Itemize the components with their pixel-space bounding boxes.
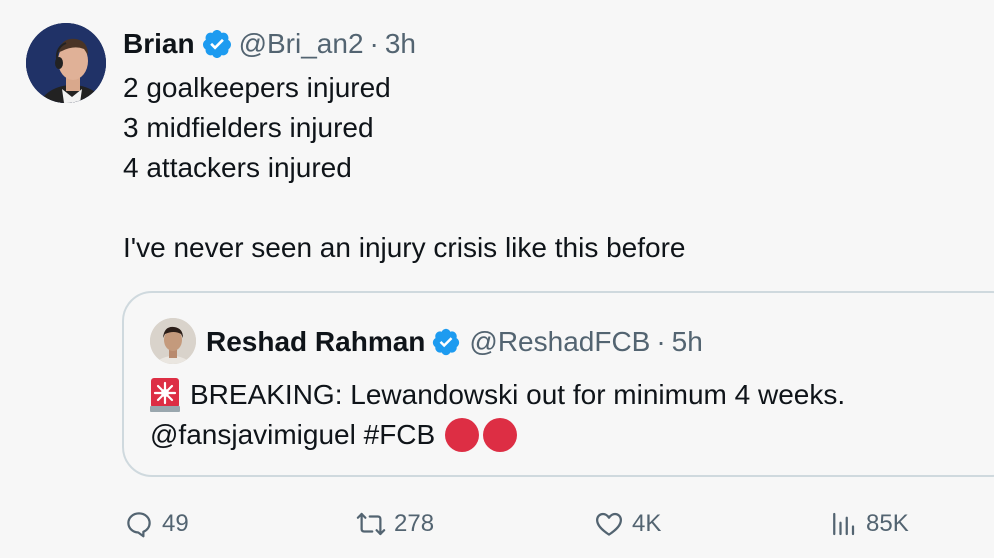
- verified-badge-icon: [201, 28, 233, 60]
- quoted-author-name[interactable]: Reshad Rahman: [206, 323, 425, 361]
- author-avatar[interactable]: [26, 23, 106, 103]
- tweet-timestamp[interactable]: 3h: [385, 26, 416, 62]
- views-button[interactable]: 85K: [828, 506, 909, 542]
- reply-count: 49: [162, 510, 189, 537]
- retweet-icon: [356, 512, 386, 536]
- mention-link[interactable]: @fansjavimiguel: [150, 415, 356, 455]
- tweet-text-line: 2 goalkeepers injured: [123, 72, 391, 103]
- hashtag-link[interactable]: #FCB: [364, 415, 436, 455]
- author-handle[interactable]: @Bri_an2: [239, 26, 364, 62]
- views-icon: [833, 512, 855, 536]
- tweet-text-line: I've never seen an injury crisis like th…: [123, 232, 686, 263]
- tweet-actions: 49 278 4K 85K: [0, 500, 994, 548]
- like-count: 4K: [632, 510, 662, 537]
- quoted-tweet[interactable]: Reshad Rahman @ReshadFCB · 5h BREAKING: …: [122, 291, 994, 477]
- author-name[interactable]: Brian: [123, 26, 195, 62]
- quoted-text-line: @fansjavimiguel #FCB: [150, 415, 845, 455]
- like-button[interactable]: 4K: [594, 506, 661, 542]
- separator-dot: ·: [656, 326, 666, 357]
- tweet-text-line: [123, 188, 686, 228]
- quoted-text-line: BREAKING: Lewandowski out for minimum 4 …: [150, 375, 845, 415]
- tweet-text-line: 4 attackers injured: [123, 152, 352, 183]
- red-circle-emoji-icon: [445, 418, 480, 452]
- tweet-header: Brian @Bri_an2 · 3h: [123, 26, 416, 62]
- quoted-tweet-text: BREAKING: Lewandowski out for minimum 4 …: [150, 375, 845, 455]
- views-count: 85K: [866, 510, 909, 537]
- reply-icon: [127, 512, 151, 538]
- retweet-button[interactable]: 278: [356, 506, 434, 542]
- red-circle-emoji-icon: [483, 418, 518, 452]
- reply-button[interactable]: 49: [124, 506, 189, 542]
- quoted-tweet-timestamp[interactable]: 5h: [672, 323, 703, 361]
- like-icon: [596, 512, 622, 536]
- tweet-text-line: 3 midfielders injured: [123, 112, 374, 143]
- tweet-text: 2 goalkeepers injured 3 midfielders inju…: [123, 68, 686, 268]
- verified-badge-icon: [431, 327, 461, 357]
- retweet-count: 278: [394, 510, 435, 537]
- separator-dot: ·: [369, 28, 379, 59]
- quoted-text-breaking: BREAKING: Lewandowski out for minimum 4 …: [190, 379, 846, 410]
- siren-emoji-icon: [150, 378, 180, 412]
- quoted-author-avatar[interactable]: [150, 318, 196, 364]
- tweet[interactable]: Brian @Bri_an2 · 3h 2 goalkeepers injure…: [0, 0, 994, 558]
- quoted-tweet-header: Reshad Rahman @ReshadFCB · 5h: [206, 323, 703, 361]
- quoted-author-handle[interactable]: @ReshadFCB: [469, 323, 650, 361]
